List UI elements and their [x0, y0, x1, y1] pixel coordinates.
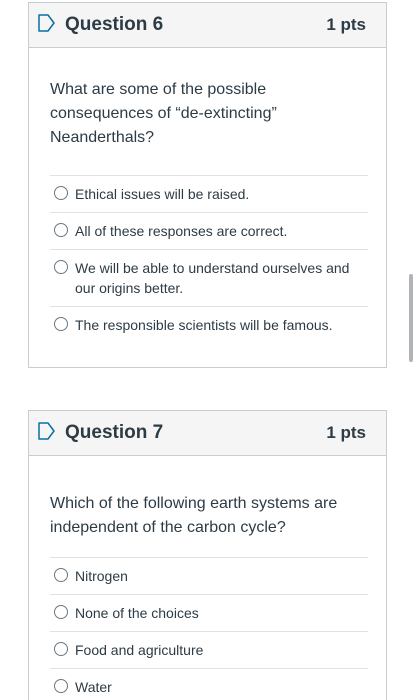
radio-button-icon[interactable]: [54, 679, 68, 693]
bookmark-icon[interactable]: [38, 14, 55, 32]
answer-label: All of these responses are correct.: [75, 223, 288, 239]
question-points: 1 pts: [326, 15, 366, 34]
radio-button-icon[interactable]: [54, 317, 68, 331]
bookmark-icon[interactable]: [38, 422, 55, 440]
answer-label: We will be able to understand ourselves …: [75, 260, 350, 296]
radio-button-icon[interactable]: [54, 568, 68, 582]
answer-label: None of the choices: [75, 605, 199, 621]
answer-label: Ethical issues will be raised.: [75, 186, 250, 202]
question-header: Question 7 1 pts: [29, 411, 386, 456]
question-text: Which of the following earth systems are…: [50, 495, 338, 536]
answer-label: Nitrogen: [75, 568, 128, 584]
question-7-card: Question 7 1 pts Which of the following …: [28, 410, 387, 700]
question-title: Question 6: [65, 14, 164, 35]
question-6-card: Question 6 1 pts What are some of the po…: [28, 2, 387, 368]
answer-label: Water: [75, 679, 112, 695]
question-title: Question 7: [65, 422, 164, 443]
radio-button-icon[interactable]: [54, 223, 68, 237]
answer-label: Food and agriculture: [75, 642, 204, 658]
answer-option[interactable]: Water: [50, 668, 368, 700]
question-header: Question 6 1 pts: [29, 3, 386, 48]
scrollbar[interactable]: [409, 274, 413, 362]
answer-list: Ethical issues will be raised. All of th…: [50, 175, 368, 343]
answer-option[interactable]: None of the choices: [50, 594, 368, 631]
answer-option[interactable]: Nitrogen: [50, 557, 368, 594]
radio-button-icon[interactable]: [54, 605, 68, 619]
quiz-page: Question 6 1 pts What are some of the po…: [0, 0, 417, 700]
answer-list: Nitrogen None of the choices Food and ag…: [50, 557, 368, 700]
answer-option[interactable]: Ethical issues will be raised.: [50, 175, 368, 212]
answer-label: The responsible scientists will be famou…: [75, 317, 333, 333]
radio-button-icon[interactable]: [54, 642, 68, 656]
radio-button-icon[interactable]: [54, 260, 68, 274]
radio-button-icon[interactable]: [54, 186, 68, 200]
question-text: What are some of the possible consequenc…: [50, 81, 277, 146]
question-points: 1 pts: [326, 423, 366, 442]
answer-option[interactable]: The responsible scientists will be famou…: [50, 306, 368, 343]
answer-option[interactable]: We will be able to understand ourselves …: [50, 249, 368, 306]
answer-option[interactable]: All of these responses are correct.: [50, 212, 368, 249]
answer-option[interactable]: Food and agriculture: [50, 631, 368, 668]
